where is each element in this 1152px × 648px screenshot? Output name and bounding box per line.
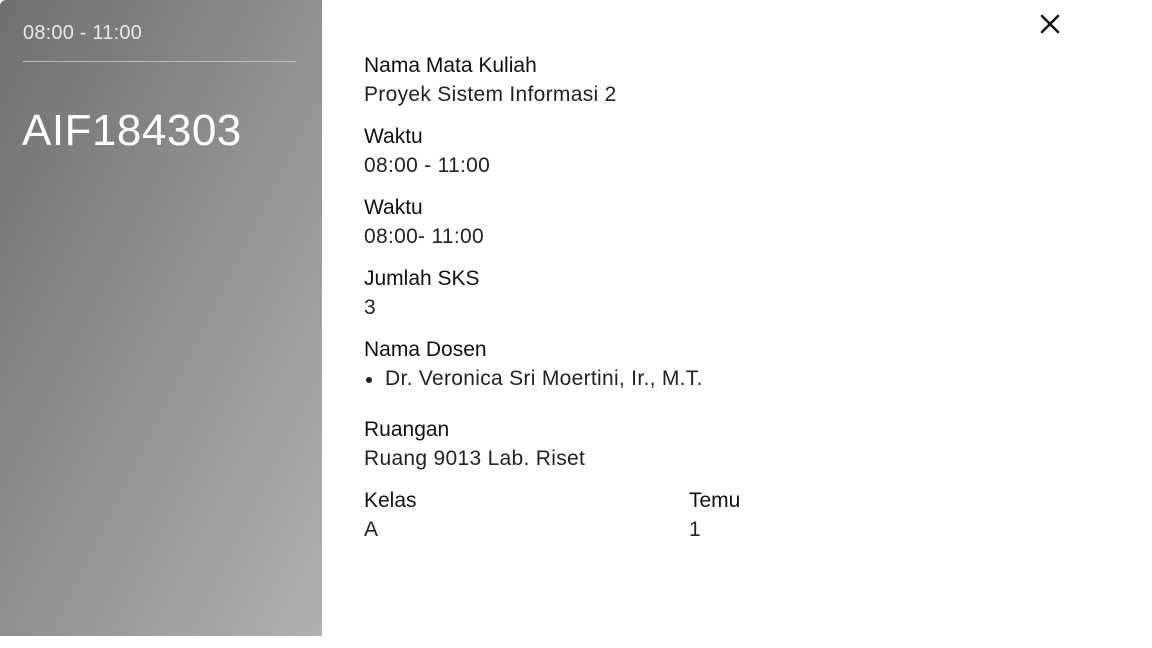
field-lecturer: Nama Dosen Dr. Veronica Sri Moertini, Ir… bbox=[364, 336, 1064, 394]
class-label: Kelas bbox=[364, 489, 417, 512]
class-value: A bbox=[364, 518, 379, 541]
course-code: AIF184303 bbox=[22, 106, 242, 155]
time-secondary-label: Waktu bbox=[364, 196, 423, 219]
field-meeting: Temu 1 bbox=[689, 487, 989, 545]
close-button[interactable] bbox=[1034, 8, 1066, 40]
field-credits: Jumlah SKS 3 bbox=[364, 265, 1064, 323]
bullet-icon bbox=[366, 377, 372, 383]
meeting-label: Temu bbox=[689, 489, 741, 512]
credits-label: Jumlah SKS bbox=[364, 267, 480, 290]
lecturer-list: Dr. Veronica Sri Moertini, Ir., M.T. bbox=[364, 364, 1064, 394]
room-label: Ruangan bbox=[364, 418, 450, 441]
class-meeting-row: Kelas A Temu 1 bbox=[364, 487, 1064, 545]
field-time: Waktu 08:00 - 11:00 bbox=[364, 123, 1064, 181]
course-name-label: Nama Mata Kuliah bbox=[364, 54, 537, 77]
time-secondary-value: 08:00- 11:00 bbox=[364, 225, 484, 248]
meeting-value: 1 bbox=[689, 518, 701, 541]
field-course-name: Nama Mata Kuliah Proyek Sistem Informasi… bbox=[364, 52, 1064, 110]
time-label: Waktu bbox=[364, 125, 423, 148]
course-name-value: Proyek Sistem Informasi 2 bbox=[364, 83, 617, 106]
field-class: Kelas A bbox=[364, 487, 689, 545]
lecturer-label: Nama Dosen bbox=[364, 338, 487, 361]
lecturer-name: Dr. Veronica Sri Moertini, Ir., M.T. bbox=[385, 367, 703, 390]
summary-divider bbox=[23, 61, 296, 62]
credits-value: 3 bbox=[364, 296, 376, 319]
time-value: 08:00 - 11:00 bbox=[364, 154, 491, 177]
field-time-secondary: Waktu 08:00- 11:00 bbox=[364, 194, 1064, 252]
field-room: Ruangan Ruang 9013 Lab. Riset bbox=[364, 416, 1064, 474]
course-summary-panel: 08:00 - 11:00 AIF184303 bbox=[0, 0, 322, 636]
summary-time: 08:00 - 11:00 bbox=[23, 22, 142, 44]
close-icon bbox=[1040, 14, 1060, 34]
room-value: Ruang 9013 Lab. Riset bbox=[364, 447, 586, 470]
course-details: Nama Mata Kuliah Proyek Sistem Informasi… bbox=[364, 52, 1064, 545]
schedule-detail-modal: 08:00 - 11:00 AIF184303 Nama Mata Kuliah… bbox=[0, 0, 1152, 636]
lecturer-item: Dr. Veronica Sri Moertini, Ir., M.T. bbox=[364, 364, 1064, 394]
